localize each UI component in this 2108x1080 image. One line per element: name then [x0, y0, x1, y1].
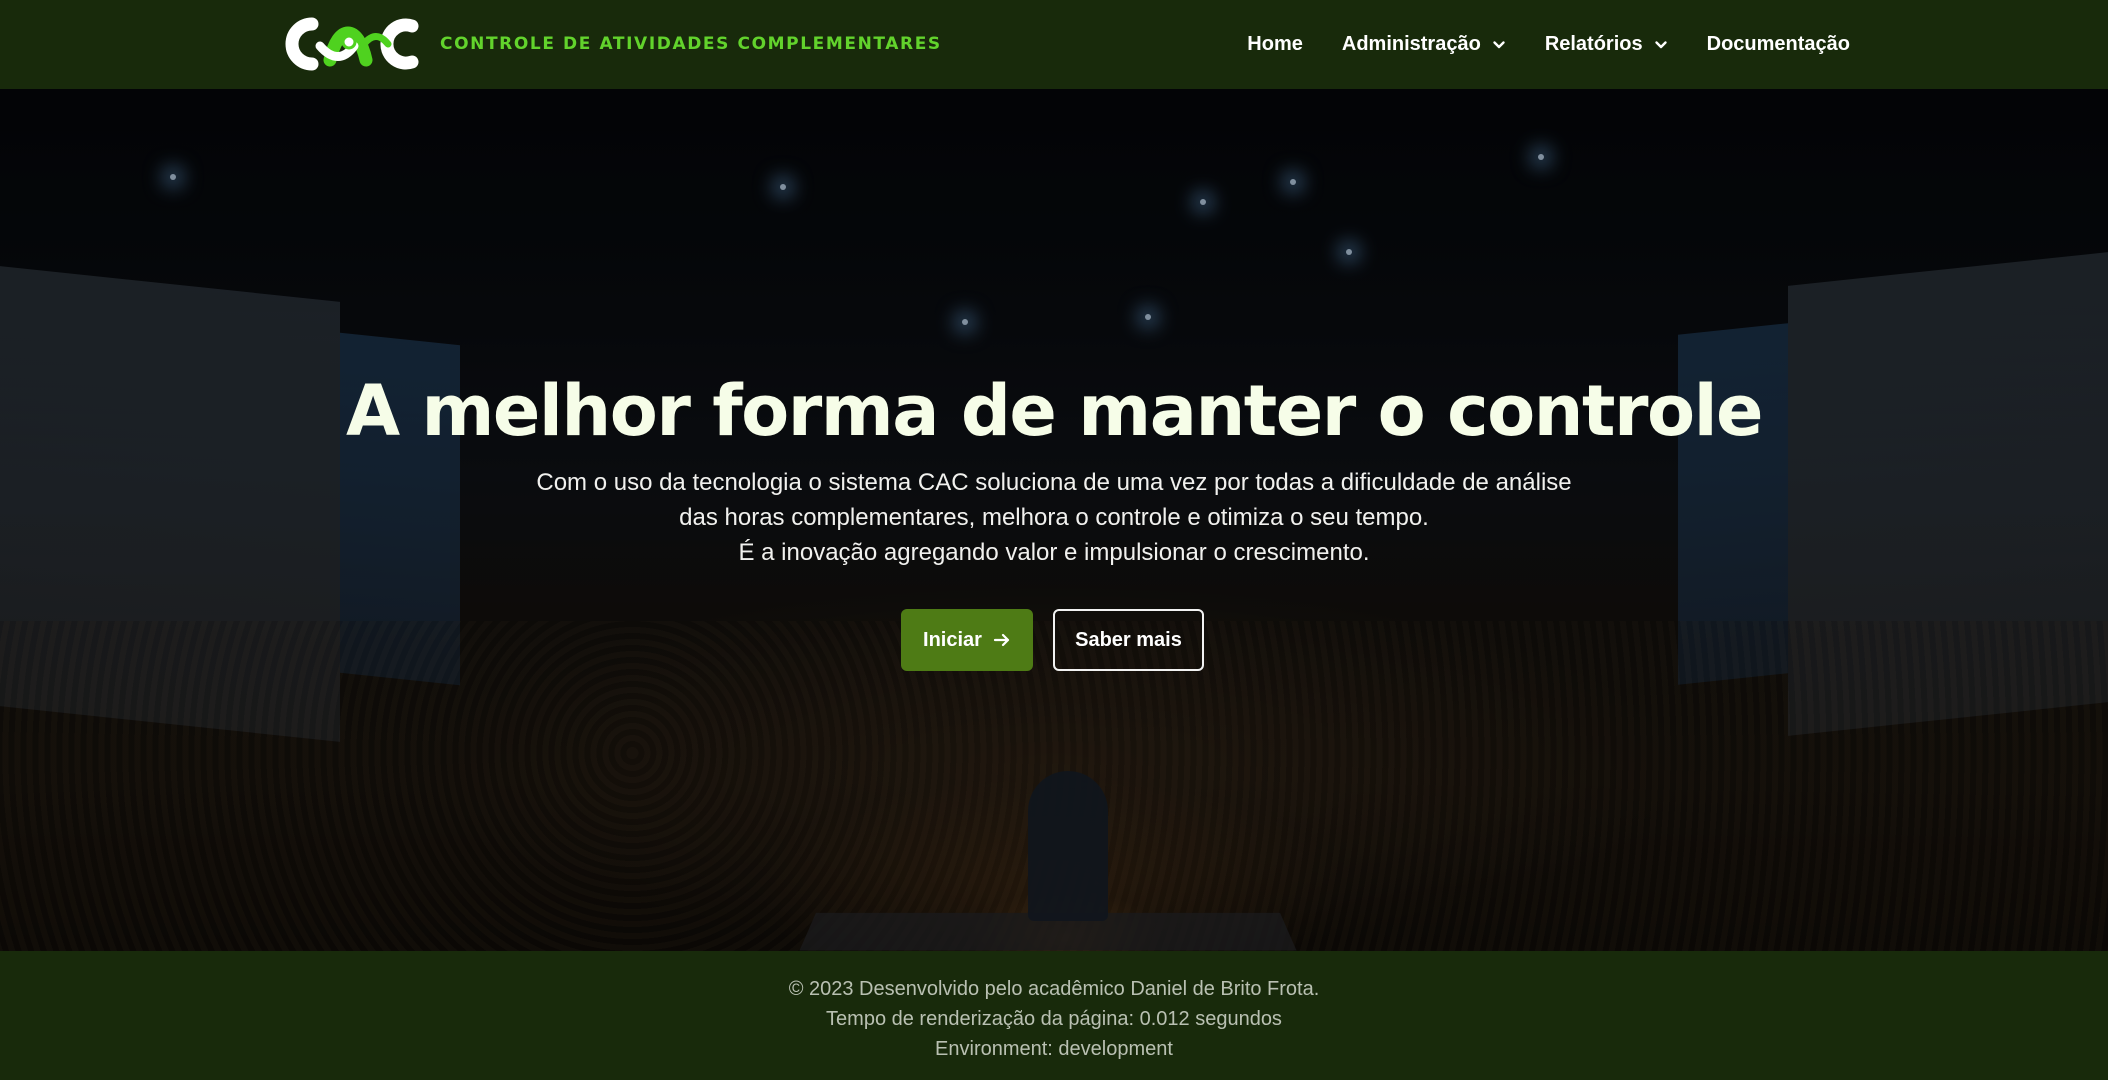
nav-administracao-dropdown[interactable]: Administração	[1342, 33, 1506, 56]
footer-copyright: © 2023 Desenvolvido pelo acadêmico Danie…	[788, 978, 1320, 1000]
chevron-down-icon	[1493, 40, 1505, 48]
saber-mais-button-label: Saber mais	[1075, 628, 1182, 651]
footer: © 2023 Desenvolvido pelo acadêmico Danie…	[0, 951, 2108, 1080]
main-nav: Home Administração Relatórios Documentaç…	[1230, 0, 1850, 89]
arrow-right-icon	[993, 633, 1010, 647]
saber-mais-button[interactable]: Saber mais	[1053, 609, 1204, 671]
iniciar-button[interactable]: Iniciar	[901, 609, 1033, 671]
hero-section: A melhor forma de manter o controle Com …	[0, 89, 2108, 951]
cac-logo-icon	[285, 17, 419, 71]
footer-render-time: Tempo de renderização da página: 0.012 s…	[826, 1008, 1282, 1030]
nav-administracao-label: Administração	[1341, 33, 1481, 55]
hero-description-line: Com o uso da tecnologia o sistema CAC so…	[536, 469, 1572, 496]
nav-home[interactable]: Home	[1247, 33, 1303, 56]
navbar: CONTROLE DE ATIVIDADES COMPLEMENTARES Ho…	[0, 0, 2108, 89]
hero-title: A melhor forma de manter o controle	[345, 370, 1764, 452]
nav-relatorios-label: Relatórios	[1544, 33, 1643, 55]
hero-description: Com o uso da tecnologia o sistema CAC so…	[0, 465, 2108, 570]
iniciar-button-label: Iniciar	[923, 628, 982, 651]
footer-environment: Environment: development	[935, 1038, 1173, 1060]
chevron-down-icon	[1654, 40, 1667, 48]
brand-link[interactable]: CONTROLE DE ATIVIDADES COMPLEMENTARES	[272, 16, 942, 72]
nav-home-label: Home	[1247, 33, 1303, 55]
nav-documentacao-label: Documentação	[1706, 33, 1850, 55]
nav-relatorios-dropdown[interactable]: Relatórios	[1545, 33, 1668, 56]
nav-documentacao[interactable]: Documentação	[1707, 33, 1850, 56]
hero-description-line: das horas complementares, melhora o cont…	[679, 504, 1429, 531]
brand-title: CONTROLE DE ATIVIDADES COMPLEMENTARES	[440, 34, 942, 54]
hero-description-line: É a inovação agregando valor e impulsion…	[738, 539, 1370, 566]
